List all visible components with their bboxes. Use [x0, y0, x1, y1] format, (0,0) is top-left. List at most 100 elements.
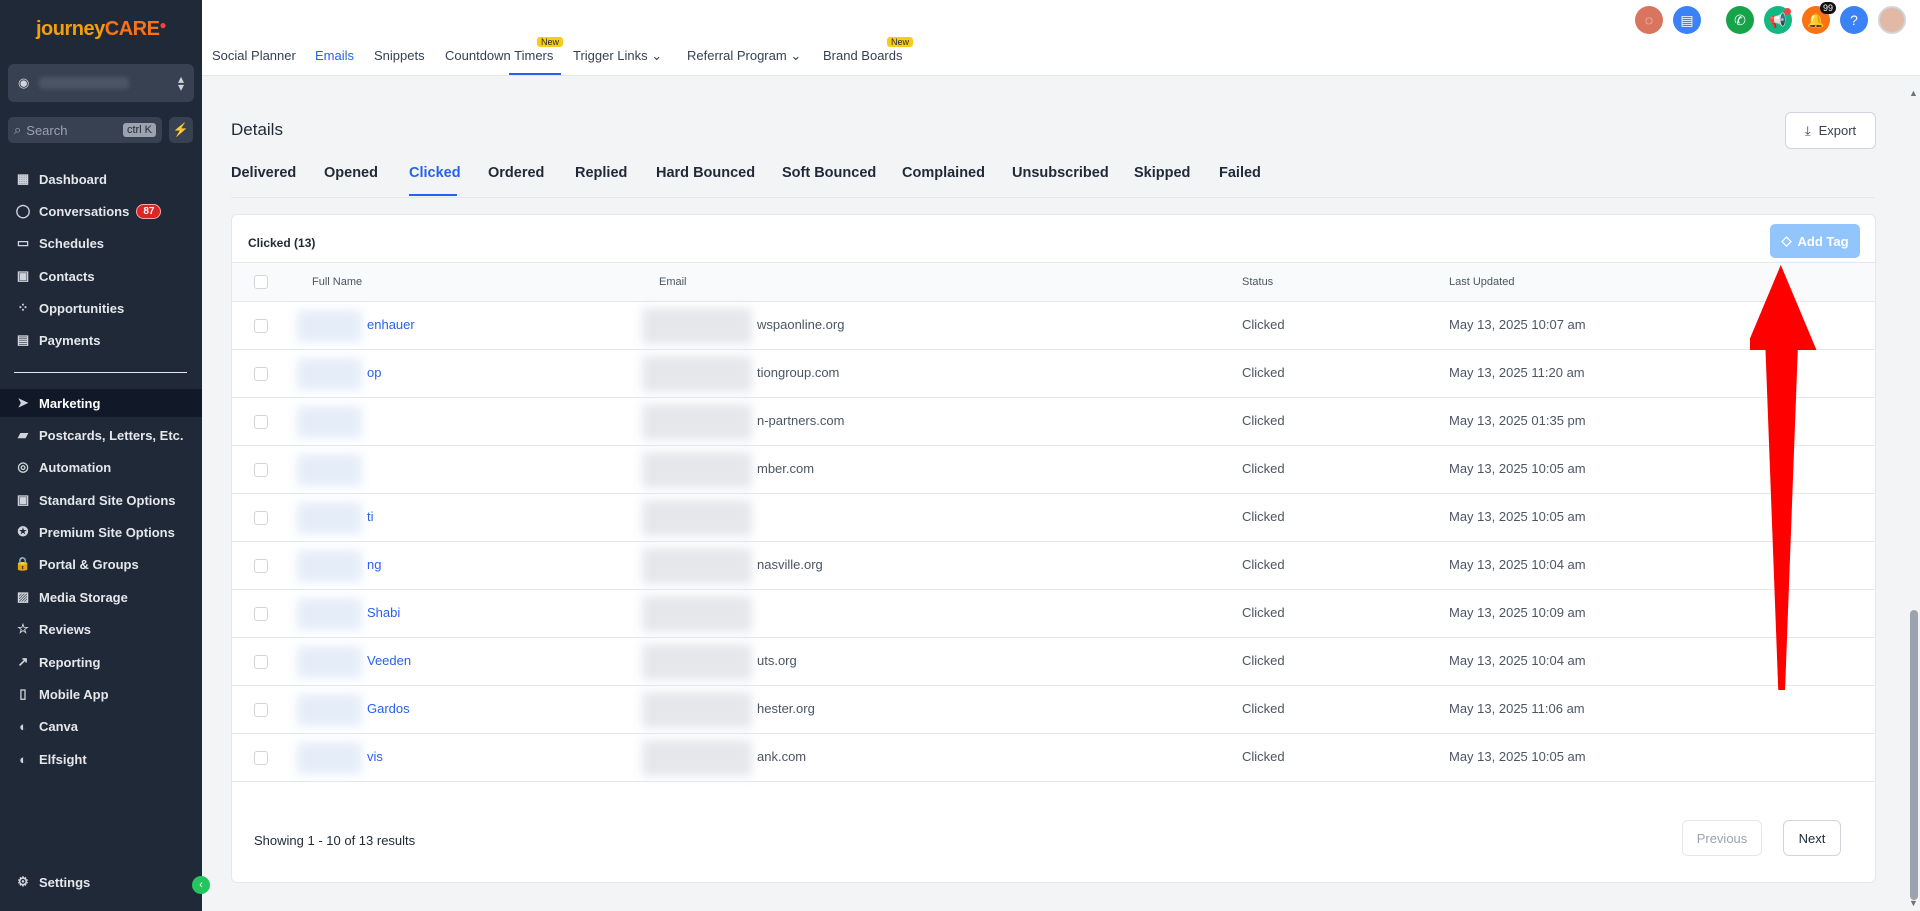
subtab-complained[interactable]: Complained — [902, 165, 985, 181]
table-row[interactable]: ng nasville.org Clicked May 13, 2025 10:04 … — [232, 542, 1875, 590]
sidebar-item-elfsight[interactable]: ◐ Elfsight — [0, 745, 202, 773]
contact-name-link[interactable]: ti — [367, 509, 374, 524]
table-row[interactable]: n-partners.com Clicked May 13, 2025 01:35 … — [232, 398, 1875, 446]
notifications-button[interactable]: 🔔 99 — [1802, 2, 1836, 34]
column-header-email[interactable]: Email — [659, 276, 687, 288]
subtab-soft-bounced[interactable]: Soft Bounced — [782, 165, 876, 181]
row-checkbox[interactable] — [254, 703, 268, 717]
last-updated: May 13, 2025 10:09 am — [1449, 605, 1586, 620]
row-checkbox[interactable] — [254, 415, 268, 429]
row-checkbox[interactable] — [254, 511, 268, 525]
table-row[interactable]: enhauer wspaonline.org Clicked May 13, 2025… — [232, 302, 1875, 350]
phone-button[interactable]: ✆ — [1726, 6, 1754, 34]
sidebar-item-schedules[interactable]: ▭ Schedules — [0, 229, 202, 257]
sidebar-item-reporting[interactable]: ↗ Reporting — [0, 648, 202, 676]
contact-name-link[interactable]: vis — [367, 749, 383, 764]
tab-emails[interactable]: Emails — [315, 48, 354, 63]
table-row[interactable]: Shabi Clicked May 13, 2025 10:09 am — [232, 590, 1875, 638]
row-checkbox[interactable] — [254, 751, 268, 765]
scrollbar-thumb[interactable] — [1910, 610, 1918, 900]
table-row[interactable]: ti Clicked May 13, 2025 10:05 am — [232, 494, 1875, 542]
select-all-checkbox[interactable] — [254, 275, 268, 289]
contact-name-link[interactable]: ng — [367, 557, 381, 572]
sidebar-item-label: Standard Site Options — [39, 492, 176, 508]
quick-action-button[interactable]: ⚡ — [169, 117, 193, 143]
table-row[interactable]: vis ank.com Clicked May 13, 2025 10:05 am — [232, 734, 1875, 782]
sidebar-item-reviews[interactable]: ☆ Reviews — [0, 615, 202, 643]
subtab-skipped[interactable]: Skipped — [1134, 165, 1190, 181]
redacted-email — [642, 644, 752, 680]
sidebar-item-portal-groups[interactable]: 🔒 Portal & Groups — [0, 550, 202, 578]
sidebar-item-settings[interactable]: ⚙ Settings — [0, 868, 202, 896]
row-checkbox[interactable] — [254, 367, 268, 381]
subtab-ordered[interactable]: Ordered — [488, 165, 544, 181]
row-checkbox[interactable] — [254, 319, 268, 333]
scroll-down-icon[interactable]: ▼ — [1909, 898, 1918, 908]
contact-name-link[interactable]: op — [367, 365, 381, 380]
table-row[interactable]: op tiongroup.com Clicked May 13, 2025 11:20… — [232, 350, 1875, 398]
contact-email: nasville.org — [757, 557, 823, 572]
status-text: Clicked — [1242, 557, 1285, 572]
previous-button[interactable]: Previous — [1682, 820, 1762, 856]
sidebar-item-conversations[interactable]: ◯ Conversations 87 — [0, 197, 202, 225]
sidebar-item-canva[interactable]: ◐ Canva — [0, 712, 202, 740]
sidebar-item-media-storage[interactable]: ▨ Media Storage — [0, 583, 202, 611]
tab-snippets[interactable]: Snippets — [374, 48, 425, 63]
contact-name-link[interactable]: Veeden — [367, 653, 411, 668]
sidebar: journeyCARE● ◉ ▴ ▾ ⌕ Search ctrl K ⚡ ▦ Das… — [0, 0, 210, 911]
column-header-status[interactable]: Status — [1242, 276, 1273, 288]
sidebar-item-payments[interactable]: ▤ Payments — [0, 326, 202, 354]
redacted-email — [642, 356, 752, 392]
column-header-last-updated[interactable]: Last Updated — [1449, 276, 1514, 288]
active-subtab-indicator — [409, 194, 457, 196]
sidebar-item-marketing[interactable]: ➤ Marketing — [0, 389, 202, 417]
add-tag-button[interactable]: ◇ Add Tag — [1770, 224, 1860, 258]
sidebar-item-premium-site-options[interactable]: ✪ Premium Site Options — [0, 518, 202, 546]
sidebar-item-contacts[interactable]: ▣ Contacts — [0, 262, 202, 290]
sidebar-item-label: Automation — [39, 459, 112, 475]
subtab-failed[interactable]: Failed — [1219, 165, 1261, 181]
chat-widget-button[interactable]: ◌ — [1635, 6, 1663, 34]
row-checkbox[interactable] — [254, 655, 268, 669]
table-row[interactable]: Veeden uts.org Clicked May 13, 2025 10:04 a… — [232, 638, 1875, 686]
contact-name-link[interactable]: enhauer — [367, 317, 415, 332]
subtab-delivered[interactable]: Delivered — [231, 165, 296, 181]
sidebar-item-dashboard[interactable]: ▦ Dashboard — [0, 165, 202, 193]
row-checkbox[interactable] — [254, 463, 268, 477]
row-checkbox[interactable] — [254, 607, 268, 621]
table-row[interactable]: mber.com Clicked May 13, 2025 10:05 am — [232, 446, 1875, 494]
tab-trigger-links[interactable]: Trigger Links ⌄ — [573, 48, 662, 64]
tab-countdown-timers[interactable]: Countdown Timers — [445, 48, 553, 63]
sidebar-item-automation[interactable]: ◎ Automation — [0, 453, 202, 481]
tab-referral-program[interactable]: Referral Program ⌄ — [687, 48, 801, 64]
subtab-hard-bounced[interactable]: Hard Bounced — [656, 165, 755, 181]
sidebar-item-mobile-app[interactable]: ▯ Mobile App — [0, 680, 202, 708]
row-checkbox[interactable] — [254, 559, 268, 573]
phone-icon: ✆ — [1734, 11, 1746, 28]
announcements-button[interactable]: 📢 — [1764, 6, 1792, 34]
column-header-full-name[interactable]: Full Name — [312, 276, 362, 288]
table-row[interactable]: Gardos hester.org Clicked May 13, 2025 11:0… — [232, 686, 1875, 734]
subtab-unsubscribed[interactable]: Unsubscribed — [1012, 165, 1109, 181]
app-logo[interactable]: journeyCARE● — [36, 18, 167, 41]
account-switcher[interactable]: ◉ ▴ ▾ — [8, 64, 194, 102]
contact-name-link[interactable]: Shabi — [367, 605, 400, 620]
sidebar-item-opportunities[interactable]: ⁘ Opportunities — [0, 294, 202, 322]
next-button[interactable]: Next — [1783, 820, 1841, 856]
avatar[interactable] — [1878, 6, 1906, 34]
contact-name-link[interactable]: Gardos — [367, 701, 410, 716]
subtab-opened[interactable]: Opened — [324, 165, 378, 181]
subtab-clicked[interactable]: Clicked — [409, 165, 461, 181]
cards-button[interactable]: ▤ — [1673, 6, 1701, 34]
search-box[interactable]: ⌕ Search ctrl K — [8, 117, 162, 143]
trend-icon: ↗ — [17, 654, 29, 669]
status-text: Clicked — [1242, 749, 1285, 764]
tab-brand-boards[interactable]: Brand Boards — [823, 48, 903, 63]
sidebar-item-standard-site-options[interactable]: ▣ Standard Site Options — [0, 486, 202, 514]
tab-social-planner[interactable]: Social Planner — [212, 48, 296, 63]
export-button[interactable]: ⤓ Export — [1785, 112, 1876, 149]
sidebar-item-postcards-letters-etc[interactable]: ▰ Postcards, Letters, Etc. — [0, 421, 202, 449]
help-button[interactable]: ? — [1840, 6, 1868, 34]
subtab-replied[interactable]: Replied — [575, 165, 627, 181]
scroll-up-icon[interactable]: ▲ — [1909, 88, 1918, 98]
